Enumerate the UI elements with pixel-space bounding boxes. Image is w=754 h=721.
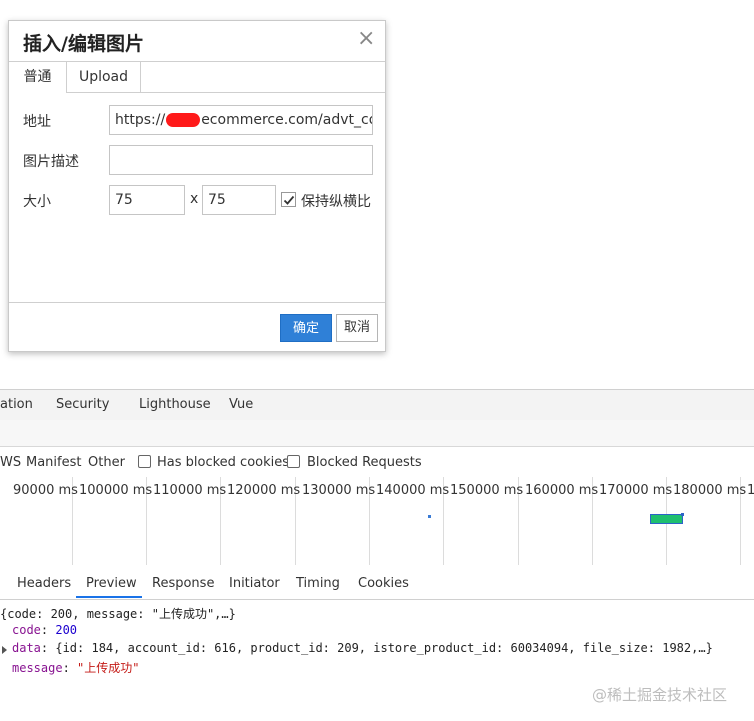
tab-security[interactable]: Security	[56, 397, 109, 412]
tab-vue[interactable]: Vue	[229, 397, 253, 412]
timeline-tick: 130000 ms	[302, 483, 376, 498]
close-icon[interactable]: ×	[357, 28, 375, 50]
tab-initiator[interactable]: Initiator	[229, 576, 280, 591]
timeline-tick: 100000 ms	[79, 483, 153, 498]
blocked-cookies-checkbox[interactable]	[138, 455, 151, 468]
filter-other[interactable]: Other	[88, 455, 125, 470]
insert-image-dialog: 插入/编辑图片 × 普通 Upload 地址 https:// ecommerce…	[8, 20, 386, 352]
timeline-tick: 180000 ms	[673, 483, 747, 498]
timeline-tick: 90000 ms	[13, 483, 78, 498]
url-label: 地址	[23, 114, 51, 130]
timeline-tick: 1	[747, 483, 754, 498]
timeline-tick: 170000 ms	[599, 483, 673, 498]
description-label: 图片描述	[23, 154, 79, 170]
tab-upload[interactable]: Upload	[67, 62, 141, 92]
code-key: code	[12, 623, 41, 637]
tab-application[interactable]: ation	[0, 397, 33, 412]
request-waterfall-end	[681, 513, 684, 516]
watermark: @稀土掘金技术社区	[592, 686, 728, 704]
request-marker	[428, 515, 431, 518]
redaction-mark	[166, 113, 201, 127]
active-tab-indicator	[76, 596, 142, 598]
timeline-tick: 110000 ms	[153, 483, 227, 498]
data-key: data	[12, 641, 41, 655]
tab-response[interactable]: Response	[152, 576, 214, 591]
size-separator: x	[190, 191, 199, 207]
blocked-cookies-label: Has blocked cookies	[157, 455, 290, 470]
url-input[interactable]: https:// ecommerce.com/advt_coupai	[109, 105, 373, 135]
filter-manifest[interactable]: Manifest	[26, 455, 81, 470]
data-value: {id: 184, account_id: 616, product_id: 2…	[55, 641, 713, 655]
width-input[interactable]: 75	[109, 185, 185, 215]
keep-ratio-label: 保持纵横比	[301, 194, 371, 210]
timeline-tick: 150000 ms	[450, 483, 524, 498]
checkbox-checked-icon	[281, 192, 296, 207]
description-input[interactable]	[109, 145, 373, 175]
preview-code-row: code: 200	[12, 623, 78, 637]
preview-summary[interactable]: {code: 200, message: "上传成功",…}	[0, 605, 236, 622]
url-suffix: ecommerce.com/advt_coupai	[201, 112, 372, 128]
devtools-panel-tabs: ation Security Lighthouse Vue	[0, 389, 754, 421]
request-detail-tabs: Headers Preview Response Initiator Timin…	[0, 565, 754, 600]
blocked-requests-checkbox[interactable]	[287, 455, 300, 468]
tab-cookies[interactable]: Cookies	[358, 576, 409, 591]
preview-message-row: message: "上传成功"	[12, 661, 140, 675]
timeline-tick: 140000 ms	[376, 483, 450, 498]
tab-general[interactable]: 普通	[9, 62, 67, 93]
tab-timing[interactable]: Timing	[296, 576, 340, 591]
code-value: 200	[55, 623, 78, 637]
expand-triangle-icon[interactable]	[2, 646, 7, 654]
network-timeline-overview[interactable]: 90000 ms 100000 ms 110000 ms 120000 ms 1…	[0, 477, 754, 566]
devtools-toolbar	[0, 420, 754, 447]
message-value: "上传成功"	[77, 661, 140, 675]
dialog-footer-divider	[9, 302, 385, 303]
url-prefix: https://	[115, 112, 166, 128]
network-filter-bar: WS Manifest Other Has blocked cookies Bl…	[0, 447, 754, 478]
message-key: message	[12, 661, 63, 675]
tab-headers[interactable]: Headers	[17, 576, 71, 591]
tab-lighthouse[interactable]: Lighthouse	[139, 397, 211, 412]
timeline-tick: 160000 ms	[525, 483, 599, 498]
dialog-title: 插入/编辑图片	[23, 33, 144, 55]
preview-data-row[interactable]: data: {id: 184, account_id: 616, product…	[12, 641, 713, 655]
height-input[interactable]: 75	[202, 185, 276, 215]
dialog-tabs: 普通 Upload	[9, 61, 385, 93]
request-waterfall-bar	[650, 514, 683, 524]
cancel-button[interactable]: 取消	[336, 314, 378, 342]
tab-preview[interactable]: Preview	[86, 576, 137, 591]
filter-ws[interactable]: WS	[0, 455, 21, 470]
ok-button[interactable]: 确定	[280, 314, 332, 342]
timeline-tick: 120000 ms	[227, 483, 301, 498]
size-label: 大小	[23, 194, 51, 210]
blocked-requests-label: Blocked Requests	[307, 455, 422, 470]
